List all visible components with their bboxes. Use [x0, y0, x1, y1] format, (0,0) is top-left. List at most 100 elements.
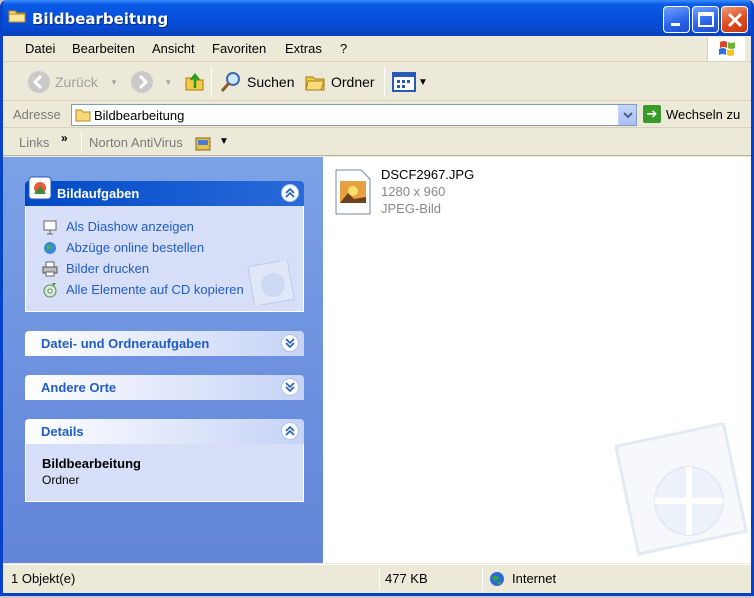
file-tasks-panel: Datei- und Ordneraufgaben — [25, 331, 304, 356]
windows-flag-icon — [719, 41, 735, 56]
back-arrow-icon — [28, 71, 50, 93]
folders-label: Ordner — [331, 74, 375, 90]
search-label: Suchen — [247, 74, 295, 90]
title-bar[interactable]: Bildbearbeitung — [3, 0, 751, 36]
chevron-up-double-icon — [285, 425, 295, 436]
norton-dropdown-icon[interactable]: ▼ — [219, 136, 229, 147]
menu-favoriten[interactable]: Favoriten — [212, 41, 266, 56]
details-header[interactable]: Details — [25, 419, 304, 444]
file-dimensions: 1280 x 960 — [381, 184, 446, 199]
image-tasks-icon — [28, 176, 52, 200]
picture-watermark-icon — [247, 261, 295, 305]
task-label: Alle Elemente auf CD kopieren — [66, 282, 244, 297]
task-label: Als Diashow anzeigen — [66, 219, 194, 234]
image-tasks-title: Bildaufgaben — [57, 186, 140, 201]
minimize-button[interactable] — [663, 6, 690, 33]
cd-burn-icon — [43, 282, 57, 297]
file-name: DSCF2967.JPG — [381, 167, 475, 182]
menu-datei[interactable]: Datei — [25, 41, 55, 56]
other-places-panel: Andere Orte — [25, 375, 304, 400]
explorer-window: Bildbearbeitung Datei Bearbeiten Ansicht… — [0, 0, 754, 596]
links-chevron[interactable]: » — [61, 131, 68, 145]
maximize-button[interactable] — [692, 6, 719, 33]
expand-button[interactable] — [281, 378, 299, 396]
views-icon — [392, 72, 416, 92]
other-places-title: Andere Orte — [41, 380, 117, 395]
chevron-down-double-icon — [285, 382, 295, 393]
picture-watermark-icon — [615, 423, 749, 556]
content-area: Bildaufgaben Als Diashow anzeigen Abzüge… — [3, 157, 751, 563]
jpeg-file-icon — [335, 169, 371, 215]
internet-globe-icon — [490, 572, 504, 586]
chevron-up-double-icon — [285, 187, 295, 198]
details-panel: Details Bildbearbeitung Ordner — [25, 419, 304, 502]
views-dropdown-icon: ▼ — [418, 76, 428, 88]
task-label: Bilder drucken — [66, 261, 150, 276]
printer-icon — [42, 261, 58, 276]
address-value: Bildbearbeitung — [94, 108, 185, 123]
go-button[interactable]: ➔ Wechseln zu — [643, 105, 740, 123]
maximize-icon — [698, 12, 714, 27]
folders-icon — [305, 76, 325, 91]
details-type: Ordner — [42, 473, 80, 487]
menu-bar: Datei Bearbeiten Ansicht Favoriten Extra… — [3, 36, 751, 62]
menu-ansicht[interactable]: Ansicht — [152, 41, 195, 56]
windows-logo — [707, 37, 745, 61]
back-dropdown-icon[interactable]: ▾ — [112, 77, 117, 88]
file-type: JPEG-Bild — [381, 201, 441, 216]
task-label: Abzüge online bestellen — [66, 240, 205, 255]
go-arrow-icon: ➔ — [643, 105, 661, 123]
expand-button[interactable] — [281, 334, 299, 352]
status-separator — [482, 568, 483, 590]
toolbar-separator — [211, 67, 212, 97]
forward-dropdown-icon[interactable]: ▾ — [166, 77, 171, 88]
folders-button[interactable]: Ordner — [303, 67, 375, 97]
status-separator — [379, 568, 380, 590]
address-input[interactable]: Bildbearbeitung — [71, 104, 637, 126]
task-slideshow[interactable]: Als Diashow anzeigen — [38, 216, 291, 237]
norton-shield-icon[interactable] — [195, 135, 211, 151]
image-tasks-header[interactable]: Bildaufgaben — [25, 176, 304, 206]
links-label[interactable]: Links — [19, 135, 49, 150]
standard-toolbar: Zurück ▾ ▾ Suchen Ordner ▼ — [3, 63, 751, 101]
file-tasks-header[interactable]: Datei- und Ordneraufgaben — [25, 331, 304, 356]
chevron-down-icon — [623, 112, 633, 119]
address-label: Adresse — [13, 107, 61, 122]
address-bar: Adresse Bildbearbeitung ➔ Wechseln zu — [3, 102, 751, 128]
other-places-header[interactable]: Andere Orte — [25, 375, 304, 400]
collapse-button[interactable] — [281, 422, 299, 440]
back-label: Zurück — [55, 74, 98, 90]
folder-icon — [75, 109, 91, 122]
globe-icon — [44, 241, 56, 254]
task-order-prints[interactable]: Abzüge online bestellen — [38, 237, 291, 258]
toolbar-separator — [81, 131, 82, 153]
minimize-icon — [671, 23, 680, 26]
norton-antivirus-label[interactable]: Norton AntiVirus — [89, 135, 183, 150]
menu-bearbeiten[interactable]: Bearbeiten — [72, 41, 135, 56]
search-button[interactable]: Suchen — [219, 67, 294, 97]
up-folder-button[interactable] — [183, 67, 207, 97]
toolbar-separator — [384, 67, 385, 97]
views-button[interactable]: ▼ — [392, 67, 428, 97]
status-bar: 1 Objekt(e) 477 KB Internet — [3, 564, 751, 593]
task-pane: Bildaufgaben Als Diashow anzeigen Abzüge… — [3, 157, 323, 563]
window-title: Bildbearbeitung — [32, 10, 169, 28]
slideshow-icon — [43, 220, 57, 234]
close-button[interactable] — [721, 6, 748, 33]
chevron-down-double-icon — [285, 338, 295, 349]
file-tasks-title: Datei- und Ordneraufgaben — [41, 336, 210, 351]
status-size: 477 KB — [385, 571, 428, 586]
forward-button[interactable]: ▾ — [130, 67, 171, 97]
go-label: Wechseln zu — [666, 106, 741, 122]
folder-icon — [8, 10, 26, 23]
address-dropdown-button[interactable] — [618, 105, 636, 125]
forward-arrow-icon — [131, 71, 153, 93]
search-icon — [220, 72, 240, 92]
collapse-button[interactable] — [281, 184, 299, 202]
details-name: Bildbearbeitung — [42, 456, 141, 471]
status-zone: Internet — [512, 571, 557, 586]
menu-help[interactable]: ? — [340, 41, 347, 56]
menu-extras[interactable]: Extras — [285, 41, 322, 56]
back-button[interactable]: Zurück ▾ — [27, 67, 116, 97]
status-object-count: 1 Objekt(e) — [11, 571, 76, 586]
